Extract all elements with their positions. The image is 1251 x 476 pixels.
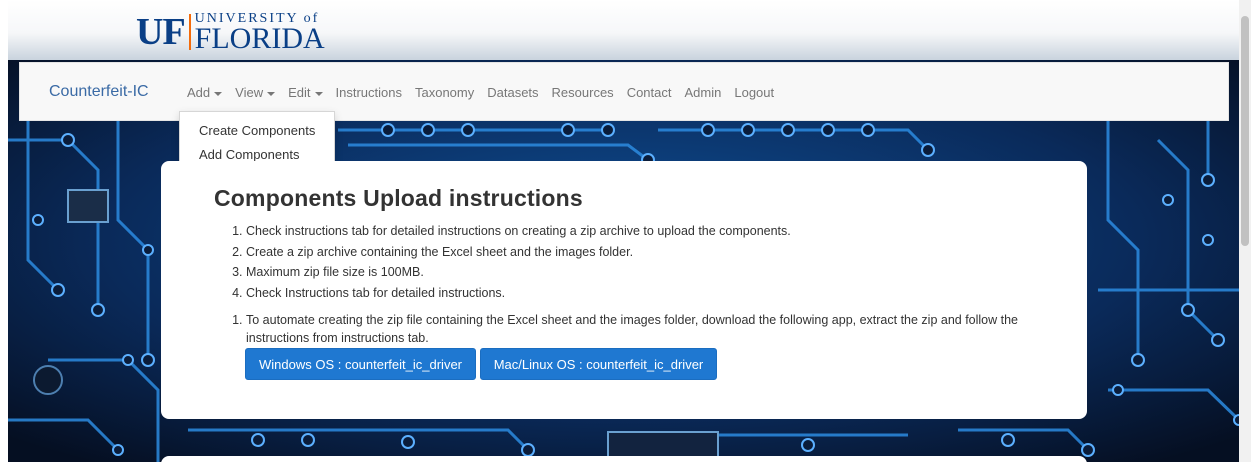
menu-item-add-components[interactable]: Add Components [199,147,299,162]
logo-florida-text: FLORIDA [194,22,325,55]
nav-view-label: View [235,85,264,100]
mac-linux-download-button[interactable]: Mac/Linux OS : counterfeit_ic_driver [480,348,717,380]
page-scrollbar[interactable] [1239,0,1251,462]
nav-menu: Add View Edit Instructions Taxonomy Data… [187,85,787,100]
caret-down-icon [314,91,323,96]
instruction-step: Create a zip archive containing the Exce… [246,242,791,263]
logo-divider [188,14,191,50]
automation-list: To automate creating the zip file contai… [231,311,1046,347]
nav-contact[interactable]: Contact [627,85,672,100]
site-header: UF UNIVERSITY of FLORIDA [8,0,1239,60]
logo-wordmark: UNIVERSITY of FLORIDA [194,12,325,55]
nav-edit[interactable]: Edit [288,85,323,100]
nav-add[interactable]: Add [187,85,223,100]
nav-instructions[interactable]: Instructions [336,85,402,100]
nav-view[interactable]: View [235,85,276,100]
instruction-step: Check instructions tab for detailed inst… [246,221,791,242]
nav-add-label: Add [187,85,211,100]
nav-edit-label: Edit [288,85,311,100]
nav-admin[interactable]: Admin [685,85,722,100]
upload-instructions-card: Components Upload instructions Check ins… [161,161,1087,419]
nav-datasets[interactable]: Datasets [487,85,538,100]
caret-down-icon [214,91,223,96]
instruction-step: Maximum zip file size is 100MB. [246,262,791,283]
card-title: Components Upload instructions [214,185,583,211]
logo-uf-text: UF [136,11,186,53]
uf-logo[interactable]: UF UNIVERSITY of FLORIDA [136,11,325,55]
instructions-list: Check instructions tab for detailed inst… [231,221,791,303]
nav-resources[interactable]: Resources [552,85,614,100]
instruction-step: Check Instructions tab for detailed inst… [246,283,791,304]
brand-link[interactable]: Counterfeit-IC [49,83,149,101]
caret-down-icon [267,91,276,96]
nav-taxonomy[interactable]: Taxonomy [415,85,474,100]
second-card [161,456,1087,476]
scrollbar-thumb[interactable] [1241,16,1249,246]
nav-logout[interactable]: Logout [734,85,774,100]
automation-step: To automate creating the zip file contai… [246,311,1046,347]
menu-item-create-components[interactable]: Create Components [199,123,315,138]
windows-download-button[interactable]: Windows OS : counterfeit_ic_driver [245,348,476,380]
